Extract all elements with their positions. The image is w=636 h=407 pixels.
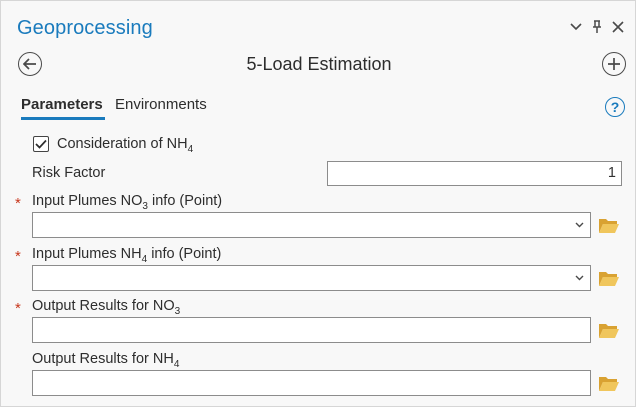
pin-icon[interactable] <box>588 18 606 36</box>
help-icon[interactable]: ? <box>605 97 625 117</box>
output-no3-label: Output Results for NO3 <box>32 298 181 317</box>
chevron-down-icon[interactable] <box>574 220 584 230</box>
output-nh4-label: Output Results for NH4 <box>32 351 180 370</box>
folder-icon[interactable] <box>598 216 620 234</box>
plumes-no3-dropdown[interactable] <box>32 212 591 238</box>
folder-icon[interactable] <box>598 269 620 287</box>
required-marker: * <box>15 300 21 317</box>
risk-factor-label: Risk Factor <box>32 165 106 181</box>
tab-parameters[interactable]: Parameters <box>21 96 103 113</box>
plumes-nh4-dropdown[interactable] <box>32 265 591 291</box>
folder-icon[interactable] <box>598 321 620 339</box>
plumes-no3-label: Input Plumes NO3 info (Point) <box>32 193 223 212</box>
chevron-down-icon[interactable] <box>574 273 584 283</box>
geoprocessing-pane: Geoprocessing 5-Load Estimation Paramete… <box>0 0 636 407</box>
plus-icon <box>608 58 620 70</box>
add-button[interactable] <box>602 52 626 76</box>
required-marker: * <box>15 195 21 212</box>
output-no3-input[interactable] <box>32 317 591 343</box>
close-icon[interactable] <box>609 18 627 36</box>
checkmark-icon <box>35 139 47 149</box>
folder-icon[interactable] <box>598 374 620 392</box>
chevron-down-icon[interactable] <box>567 18 585 36</box>
active-tab-indicator <box>21 117 105 120</box>
nh4-consideration-checkbox[interactable] <box>33 136 49 152</box>
tool-title: 5-Load Estimation <box>246 54 392 74</box>
output-nh4-input[interactable] <box>32 370 591 396</box>
risk-factor-input[interactable]: 1 <box>327 161 622 186</box>
plumes-nh4-label: Input Plumes NH4 info (Point) <box>32 246 222 265</box>
nh4-consideration-label: Consideration of NH4 <box>57 136 194 155</box>
tab-environments[interactable]: Environments <box>115 96 207 113</box>
tool-header: 5-Load Estimation <box>1 49 636 81</box>
pane-title: Geoprocessing <box>17 17 153 39</box>
pane-titlebar: Geoprocessing <box>1 1 636 45</box>
required-marker: * <box>15 248 21 265</box>
